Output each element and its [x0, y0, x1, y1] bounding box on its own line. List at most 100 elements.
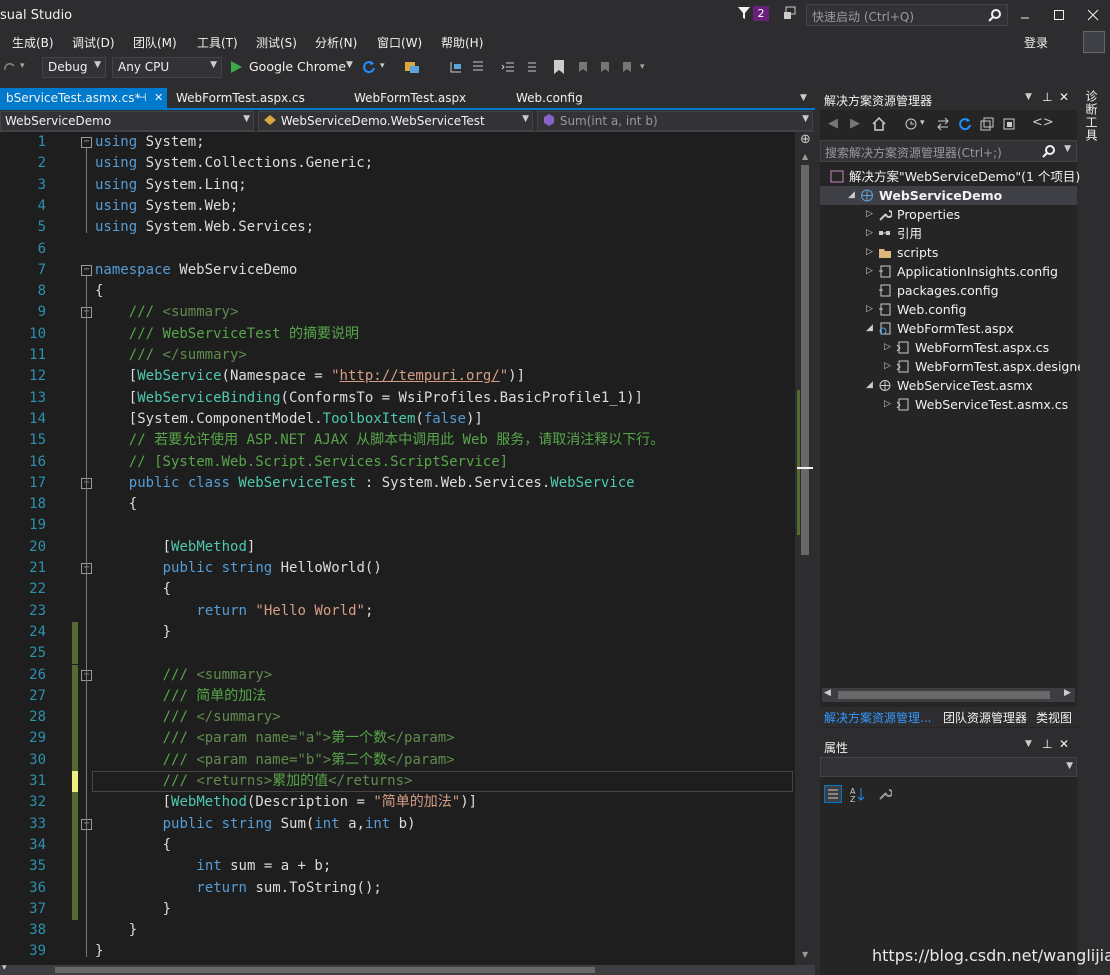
bookmark-icon[interactable] [553, 60, 565, 74]
maximize-icon[interactable] [1052, 8, 1066, 22]
browser-link-icon[interactable] [404, 60, 420, 74]
redo-dropdown-icon[interactable]: ▾ [20, 61, 25, 71]
search-icon[interactable] [1042, 144, 1056, 158]
tree-item[interactable]: 解决方案"WebServiceDemo"(1 个项目) [820, 167, 1080, 186]
collapsed-arrow-icon[interactable]: ▷ [884, 338, 891, 357]
type-dropdown[interactable]: WebServiceDemo.WebServiceTest ▼ [258, 111, 533, 131]
editor-vertical-scrollbar[interactable]: ⊕ ▲ ▼ [797, 132, 815, 965]
code-line[interactable]: using System.Web.Services; [95, 217, 314, 238]
collapsed-arrow-icon[interactable]: ▷ [884, 357, 891, 376]
window-position-icon[interactable]: ▼ [1025, 739, 1032, 749]
zoom-dropdown-icon[interactable]: ▾ [2, 963, 7, 973]
diagnostic-tools-tab[interactable]: 诊断工具 [1084, 90, 1100, 142]
project-dropdown[interactable]: WebServiceDemo ▼ [0, 111, 254, 131]
refresh-icon[interactable] [362, 60, 376, 74]
code-line[interactable]: /// </summary> [129, 345, 247, 366]
sort-alphabetical-icon[interactable]: AZ [848, 785, 866, 803]
platform-select[interactable]: Any CPU ▼ [112, 57, 222, 78]
tree-item[interactable]: packages.config [820, 281, 1077, 300]
code-line[interactable]: } [95, 941, 103, 962]
collapse-all-icon[interactable] [980, 117, 994, 131]
scroll-left-icon[interactable]: ◀ [824, 688, 831, 698]
code-editor[interactable]: 1 2 3 4 5 6 7 8 9 10 11 12 13 14 15 16 17 18 19 20 21 22 23 24 2… [0, 132, 795, 965]
scroll-right-icon[interactable]: ▶ [1064, 688, 1071, 698]
menu-analyze[interactable]: 分析(N) [315, 34, 357, 51]
collapse-icon[interactable]: − [81, 137, 92, 148]
tree-item[interactable]: ◢ WebServiceTest.asmx [820, 376, 1077, 395]
pending-changes-icon[interactable] [904, 117, 918, 131]
code-line[interactable]: /// </summary> [163, 707, 281, 728]
tree-item[interactable]: ◢ WebFormTest.aspx [820, 319, 1077, 338]
pin-icon[interactable]: ⊥ [1042, 737, 1052, 751]
pin-icon[interactable]: ⊣ [137, 91, 147, 104]
menu-window[interactable]: 窗口(W) [377, 34, 422, 51]
code-line[interactable]: [WebService(Namespace = "http://tempuri.… [129, 366, 525, 387]
prev-bookmark-icon[interactable] [575, 60, 589, 74]
close-icon[interactable] [1086, 8, 1100, 22]
close-icon[interactable]: ✕ [154, 91, 163, 104]
tab-team-explorer[interactable]: 团队资源管理器 [943, 709, 1027, 726]
tab-web-config[interactable]: Web.config [510, 88, 589, 110]
collapsed-arrow-icon[interactable]: ▷ [866, 243, 873, 262]
tree-item[interactable]: ▷ Properties [820, 205, 1077, 224]
collapsed-arrow-icon[interactable]: ▷ [866, 262, 873, 281]
sync-icon[interactable] [936, 117, 950, 131]
step-into-icon[interactable] [449, 60, 463, 74]
code-line[interactable]: using System.Web; [95, 196, 238, 217]
code-line[interactable]: public string Sum(int a,int b) [163, 814, 416, 835]
tab-class-view[interactable]: 类视图 [1036, 709, 1072, 726]
search-icon[interactable] [988, 8, 1002, 22]
code-line[interactable]: // 若要允许使用 ASP.NET AJAX 从脚本中调用此 Web 服务，请取… [129, 430, 664, 451]
tab-solution-explorer[interactable]: 解决方案资源管理... [824, 709, 931, 726]
menu-tools[interactable]: 工具(T) [197, 34, 238, 51]
collapsed-arrow-icon[interactable]: ▷ [884, 395, 891, 414]
code-line[interactable]: using System.Collections.Generic; [95, 153, 373, 174]
code-line[interactable]: /// <param name="a">第一个数</param> [163, 728, 455, 749]
feedback-icon[interactable] [783, 6, 797, 20]
tab-webformtest-aspx[interactable]: WebFormTest.aspx [348, 88, 472, 110]
menu-build[interactable]: 生成(B) [12, 34, 54, 51]
expanded-arrow-icon[interactable]: ◢ [848, 186, 855, 205]
menu-test[interactable]: 测试(S) [256, 34, 297, 51]
tree-item[interactable]: ▷ scripts [820, 243, 1077, 262]
notification-badge[interactable]: 2 [753, 6, 769, 21]
toolbar-overflow-icon[interactable]: ▾ [640, 62, 645, 72]
code-line[interactable]: /// <param name="b">第二个数</param> [163, 750, 455, 771]
code-line[interactable]: [WebServiceBinding(ConformsTo = WsiProfi… [129, 388, 643, 409]
code-line[interactable]: public string HelloWorld() [163, 558, 382, 579]
hscroll-thumb[interactable] [838, 691, 1050, 699]
collapsed-arrow-icon[interactable]: ▷ [866, 205, 873, 224]
show-all-files-icon[interactable] [1002, 117, 1016, 131]
split-icon[interactable]: ⊕ [800, 132, 811, 147]
menu-help[interactable]: 帮助(H) [441, 34, 483, 51]
minimize-icon[interactable] [1018, 8, 1032, 22]
home-icon[interactable] [872, 117, 886, 131]
next-bookmark-icon[interactable] [597, 60, 611, 74]
back-icon[interactable]: ◀ [828, 116, 838, 131]
forward-icon[interactable]: ▶ [850, 116, 860, 131]
chevron-down-icon[interactable]: ▾ [920, 118, 925, 128]
solution-explorer-search[interactable]: 搜索解决方案资源管理器(Ctrl+;) ▼ [820, 140, 1077, 162]
close-icon[interactable]: ✕ [1059, 90, 1069, 104]
tree-item[interactable]: ▷ WebServiceTest.asmx.cs [820, 395, 1077, 414]
code-line[interactable]: return sum.ToString(); [196, 878, 381, 899]
code-line[interactable]: /// <summary> [129, 302, 239, 323]
tab-webformtest-cs[interactable]: WebFormTest.aspx.cs [170, 88, 311, 110]
categorized-icon[interactable] [824, 785, 842, 803]
tree-item[interactable]: ▷ WebFormTest.aspx.designer.c [820, 357, 1100, 376]
menu-debug[interactable]: 调试(D) [72, 34, 115, 51]
hscroll-thumb[interactable] [55, 967, 595, 973]
expanded-arrow-icon[interactable]: ◢ [866, 319, 873, 338]
scroll-thumb[interactable] [801, 165, 809, 555]
tree-item[interactable]: ▷ WebFormTest.aspx.cs [820, 338, 1077, 357]
tree-horizontal-scrollbar[interactable]: ◀ ▶ [822, 688, 1075, 702]
tree-item[interactable]: ◢ WebServiceDemo [820, 186, 1077, 205]
code-line[interactable]: int sum = a + b; [196, 856, 331, 877]
code-line[interactable]: public class WebServiceTest : System.Web… [129, 473, 635, 494]
properties-object-select[interactable]: ▼ [820, 757, 1077, 777]
editor-horizontal-scrollbar[interactable]: ▾ [0, 963, 815, 975]
refresh-icon[interactable] [958, 117, 972, 131]
menu-team[interactable]: 团队(M) [133, 34, 177, 51]
scroll-down-icon[interactable]: ▼ [802, 950, 808, 959]
chevron-down-icon[interactable]: ▼ [1064, 144, 1071, 154]
